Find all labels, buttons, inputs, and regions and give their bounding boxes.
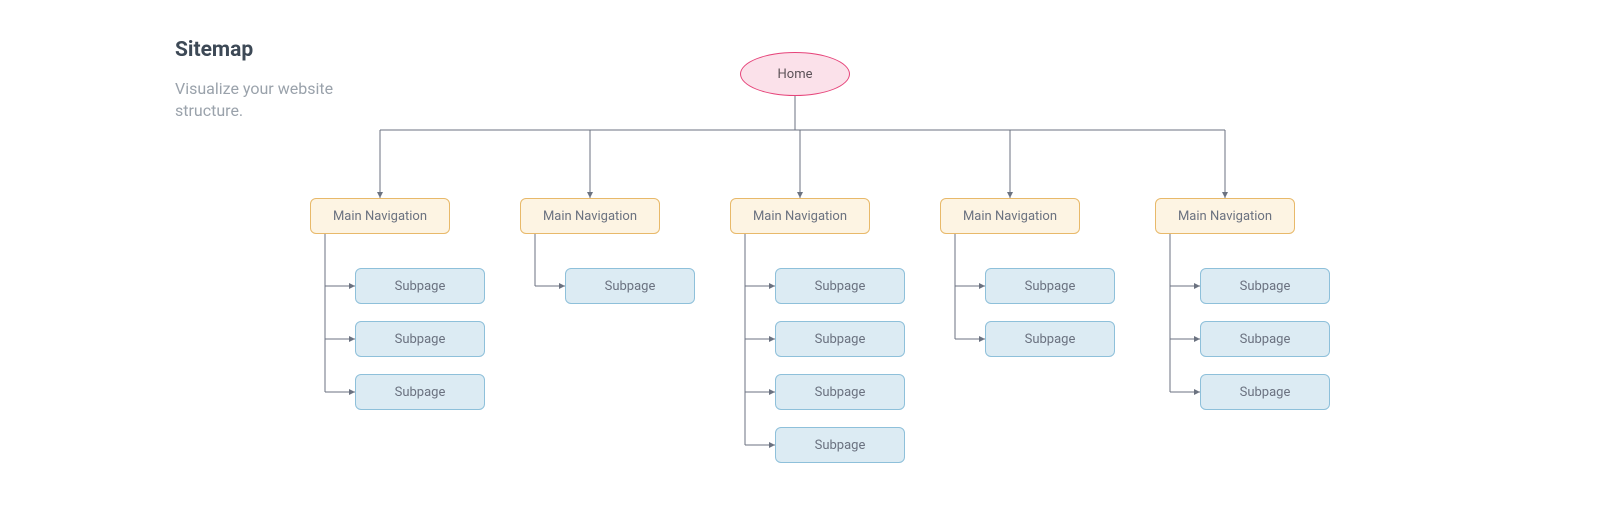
- page-subtitle: Visualize your website structure.: [175, 78, 345, 123]
- subpage-node-2-2[interactable]: Subpage: [775, 374, 905, 410]
- mainnav-node-0[interactable]: Main Navigation: [310, 198, 450, 234]
- mainnav-node-2[interactable]: Main Navigation: [730, 198, 870, 234]
- subpage-node-4-2[interactable]: Subpage: [1200, 374, 1330, 410]
- subpage-node-4-0[interactable]: Subpage: [1200, 268, 1330, 304]
- subpage-node-4-1[interactable]: Subpage: [1200, 321, 1330, 357]
- mainnav-node-3[interactable]: Main Navigation: [940, 198, 1080, 234]
- mainnav-node-4[interactable]: Main Navigation: [1155, 198, 1295, 234]
- subpage-node-2-0[interactable]: Subpage: [775, 268, 905, 304]
- subpage-node-0-1[interactable]: Subpage: [355, 321, 485, 357]
- subpage-node-1-0[interactable]: Subpage: [565, 268, 695, 304]
- subpage-node-0-2[interactable]: Subpage: [355, 374, 485, 410]
- subpage-node-0-0[interactable]: Subpage: [355, 268, 485, 304]
- subpage-node-2-3[interactable]: Subpage: [775, 427, 905, 463]
- home-node[interactable]: Home: [740, 52, 850, 96]
- subpage-node-2-1[interactable]: Subpage: [775, 321, 905, 357]
- page-title: Sitemap: [175, 38, 253, 62]
- mainnav-node-1[interactable]: Main Navigation: [520, 198, 660, 234]
- subpage-node-3-0[interactable]: Subpage: [985, 268, 1115, 304]
- subpage-node-3-1[interactable]: Subpage: [985, 321, 1115, 357]
